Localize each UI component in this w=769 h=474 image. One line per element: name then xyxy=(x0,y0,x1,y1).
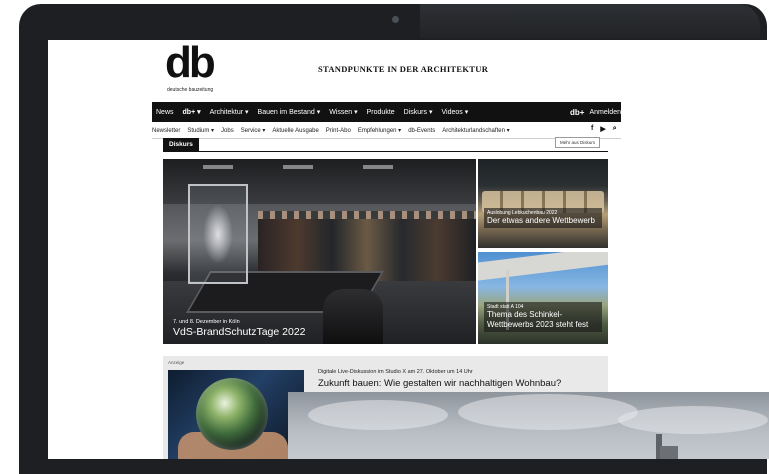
subnav-item-aktuelle-ausgabe[interactable]: Aktuelle Ausgabe xyxy=(272,128,318,134)
side-feature-title[interactable]: Der etwas andere Wettbewerb xyxy=(487,216,599,226)
subnav-item-newsletter[interactable]: Newsletter xyxy=(152,128,180,134)
logo-mark: db xyxy=(165,40,216,87)
subnav-item-empfehlungen[interactable]: Empfehlungen ▾ xyxy=(358,127,401,134)
site-logo[interactable]: db deutsche bauzeitung xyxy=(165,40,225,93)
secondary-nav: Newsletter Studium ▾ Jobs Service ▾ Aktu… xyxy=(152,124,621,137)
photo-church-roof xyxy=(660,446,678,459)
subnav-item-service[interactable]: Service ▾ xyxy=(241,127,266,134)
nav-item-diskurs[interactable]: Diskurs ▾ xyxy=(404,108,433,116)
nav-item-news[interactable]: News xyxy=(156,109,174,116)
nav-item-wissen[interactable]: Wissen ▾ xyxy=(329,108,357,116)
more-from-section-button[interactable]: Mehr aus Diskurs xyxy=(555,137,601,148)
facebook-icon[interactable]: f xyxy=(591,125,593,133)
subnav-item-architekturlandschaften[interactable]: Architekturlandschaften ▾ xyxy=(442,127,509,134)
nav-item-architektur[interactable]: Architektur ▾ xyxy=(210,108,249,116)
nav-item-db-plus[interactable]: db+ ▾ xyxy=(183,108,201,116)
photo-cameraman xyxy=(323,289,383,344)
ad-label: Anzeige xyxy=(168,360,185,365)
nav-item-produkte[interactable]: Produkte xyxy=(367,109,395,116)
nav-divider xyxy=(152,138,621,139)
db-plus-logo[interactable]: db+ xyxy=(570,108,584,117)
nav-account: db+ Anmelden xyxy=(570,102,621,122)
main-nav-items: News db+ ▾ Architektur ▾ Bauen im Bestan… xyxy=(156,102,468,122)
ad-image[interactable] xyxy=(168,370,304,459)
photo-water-spray xyxy=(203,204,233,264)
laptop-glare xyxy=(420,4,760,38)
login-link[interactable]: Anmelden xyxy=(589,109,621,116)
photo-cloud xyxy=(618,406,768,434)
subnav-item-studium[interactable]: Studium ▾ xyxy=(187,127,214,134)
photo-ceiling-light xyxy=(283,165,313,169)
ad-title[interactable]: Zukunft bauen: Wie gestalten wir nachhal… xyxy=(318,378,561,389)
subnav-item-print-abo[interactable]: Print-Abo xyxy=(326,128,351,134)
logo-subtext: deutsche bauzeitung xyxy=(167,87,214,93)
side-feature-article[interactable]: Stadt statt A 104 Thema des Schinkel-Wet… xyxy=(478,252,608,344)
photo-ceiling-light xyxy=(203,165,233,169)
subnav-item-db-events[interactable]: db-Events xyxy=(408,128,435,134)
main-nav: News db+ ▾ Architektur ▾ Bauen im Bestan… xyxy=(152,102,621,122)
main-feature-article[interactable]: 7. und 8. Dezember in Köln VdS-BrandSchu… xyxy=(163,159,476,344)
subnav-item-jobs[interactable]: Jobs xyxy=(221,128,234,134)
nav-item-videos[interactable]: Videos ▾ xyxy=(441,108,468,116)
section-underline xyxy=(163,151,608,152)
webcam xyxy=(392,16,399,23)
side-feature-caption: Stadt statt A 104 Thema des Schinkel-Wet… xyxy=(484,302,602,332)
photo-cloud xyxy=(458,394,638,430)
main-feature-title[interactable]: VdS-BrandSchutzTage 2022 xyxy=(173,326,306,338)
search-icon[interactable]: ⌕ xyxy=(613,125,617,133)
side-feature-title[interactable]: Thema des Schinkel-Wettbewerbs 2023 steh… xyxy=(487,310,599,330)
youtube-icon[interactable]: ▶ xyxy=(600,125,605,133)
site-tagline: STANDPUNKTE IN DER ARCHITEKTUR xyxy=(318,64,489,74)
overlapping-sky-photo xyxy=(288,392,769,459)
social-icons: f ▶ ⌕ xyxy=(591,125,617,133)
photo-cloud xyxy=(308,400,448,430)
photo-glass-orb xyxy=(196,378,268,450)
photo-canopy-roof xyxy=(478,252,608,282)
side-feature-caption: Auslobung Lebkuchenbau 2022 Der etwas an… xyxy=(484,208,602,228)
ad-kicker: Digitale Live-Diskussion im Studio X am … xyxy=(318,369,473,375)
photo-ceiling-light xyxy=(363,165,393,169)
section-tab-diskurs[interactable]: Diskurs xyxy=(163,138,199,151)
side-feature-article[interactable]: Auslobung Lebkuchenbau 2022 Der etwas an… xyxy=(478,159,608,248)
main-feature-kicker: 7. und 8. Dezember in Köln xyxy=(173,319,240,325)
nav-item-bauen-im-bestand[interactable]: Bauen im Bestand ▾ xyxy=(258,108,321,116)
